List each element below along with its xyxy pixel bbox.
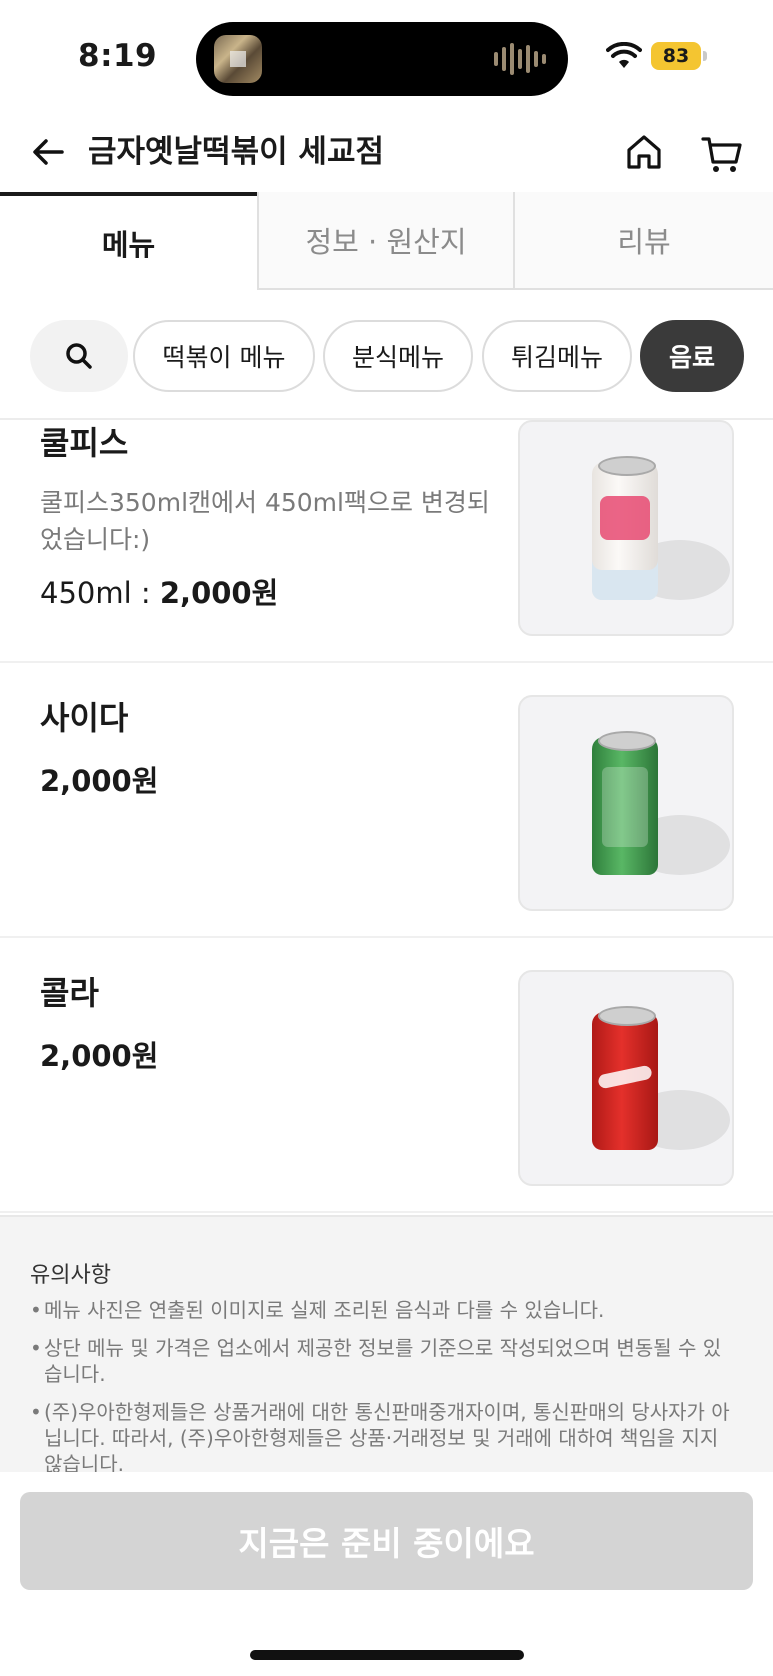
home-icon[interactable]	[624, 132, 664, 172]
menu-item-description: 쿨피스350ml캔에서 450ml팩으로 변경되었습니다:)	[40, 488, 490, 554]
category-chips: 떡볶이 메뉴 분식메뉴 튀김메뉴 음료	[0, 290, 773, 420]
notice-item: 상단 메뉴 및 가격은 업소에서 제공한 정보를 기준으로 작성되었으며 변동될…	[30, 1335, 730, 1387]
menu-item-name: 콜라	[40, 974, 99, 1012]
price-value: 2,000원	[40, 1039, 159, 1073]
price-option-label: 450ml :	[40, 576, 160, 610]
status-time: 8:19	[78, 38, 158, 74]
battery-indicator: 83	[651, 42, 707, 70]
audio-waveform-icon	[494, 42, 546, 76]
tab-info-origin[interactable]: 정보 · 원산지	[257, 192, 513, 290]
tab-bar: 메뉴 정보 · 원산지 리뷰	[0, 192, 773, 290]
menu-item-photo	[518, 695, 734, 911]
price-value: 2,000원	[159, 576, 279, 610]
coolpis-can-image	[592, 456, 658, 600]
wifi-icon	[606, 42, 642, 68]
menu-item-name: 사이다	[40, 699, 129, 737]
notice-title: 유의사항	[30, 1263, 111, 1288]
menu-item-cider[interactable]: 사이다 2,000원	[0, 663, 773, 938]
notice-item: (주)우아한형제들은 상품거래에 대한 통신판매중개자이며, 통신판매의 당사자…	[30, 1399, 730, 1472]
category-chip-drinks[interactable]: 음료	[640, 320, 744, 392]
store-header: 금자옛날떡볶이 세교점	[0, 112, 773, 196]
dynamic-island[interactable]	[196, 22, 568, 96]
category-chip-bunsik[interactable]: 분식메뉴	[323, 320, 473, 392]
menu-item-cola[interactable]: 콜라 2,000원	[0, 938, 773, 1213]
tab-review[interactable]: 리뷰	[513, 192, 773, 290]
price-value: 2,000원	[40, 764, 159, 798]
back-arrow-icon[interactable]	[28, 132, 68, 172]
menu-item-photo	[518, 970, 734, 1186]
store-title: 금자옛날떡볶이 세교점	[88, 134, 384, 170]
bottom-action-bar: 지금은 준비 중이에요	[0, 1472, 773, 1676]
menu-list: 쿨피스 쿨피스350ml캔에서 450ml팩으로 변경되었습니다:) 450ml…	[0, 420, 773, 1213]
cart-icon[interactable]	[700, 132, 744, 176]
menu-item-coolpis[interactable]: 쿨피스 쿨피스350ml캔에서 450ml팩으로 변경되었습니다:) 450ml…	[0, 420, 773, 663]
search-icon	[66, 343, 92, 369]
home-indicator[interactable]	[250, 1650, 524, 1660]
menu-item-photo	[518, 420, 734, 636]
menu-item-price: 450ml : 2,000원	[40, 570, 278, 612]
cider-can-image	[592, 731, 658, 875]
status-bar: 8:19 83	[0, 0, 773, 112]
tab-menu[interactable]: 메뉴	[0, 192, 257, 290]
notice-section: 유의사항 메뉴 사진은 연출된 이미지로 실제 조리된 음식과 다를 수 있습니…	[0, 1215, 773, 1472]
category-chip-fried[interactable]: 튀김메뉴	[482, 320, 632, 392]
notice-item: 메뉴 사진은 연출된 이미지로 실제 조리된 음식과 다를 수 있습니다.	[30, 1297, 730, 1323]
menu-item-price: 2,000원	[40, 1033, 158, 1075]
now-playing-artwork	[214, 35, 262, 83]
order-unavailable-button[interactable]: 지금은 준비 중이에요	[20, 1492, 753, 1590]
category-chip-tteokbokki[interactable]: 떡볶이 메뉴	[133, 320, 315, 392]
cola-can-image	[592, 1006, 658, 1150]
menu-item-price: 2,000원	[40, 758, 158, 800]
menu-search-button[interactable]	[30, 320, 128, 392]
menu-item-name: 쿨피스	[40, 424, 129, 462]
